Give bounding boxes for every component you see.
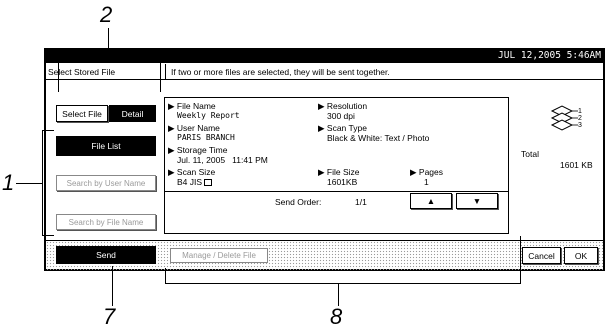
callout-1-bracket-left (42, 130, 43, 236)
scan-type-label: Scan Type (326, 123, 367, 133)
triangle-right-icon: ▶ (168, 167, 177, 177)
title-bar: Select Stored File If two or more files … (46, 64, 603, 80)
triangle-right-icon: ▶ (168, 101, 177, 111)
file-name-label-row: ▶ File Name (168, 101, 216, 111)
callout-8-bracket-left (165, 268, 166, 284)
scan-size-label-row: ▶ Scan Size (168, 167, 215, 177)
resolution-label-row: ▶ Resolution (318, 101, 367, 111)
notice-text: If two or more files are selected, they … (171, 67, 390, 77)
send-order-divider (165, 191, 508, 192)
callout-7: 7 (103, 304, 116, 329)
move-up-button[interactable]: ▲ (410, 193, 452, 209)
callout-2-bracket-right (160, 56, 161, 92)
ok-button[interactable]: OK (564, 247, 598, 264)
callout-8-leader (338, 284, 339, 306)
stack-label-3: 3 (578, 122, 582, 129)
callout-7-leader (112, 266, 113, 306)
callout-1-bracket-top (42, 130, 54, 131)
callout-2-leader (108, 28, 109, 56)
search-by-file-name-button[interactable]: Search by File Name (56, 214, 156, 230)
storage-time-label-row: ▶ Storage Time (168, 145, 227, 155)
pages-value: 1 (424, 177, 429, 187)
file-name-value: Weekly Report (177, 111, 240, 120)
pages-label-row: ▶ Pages (410, 167, 443, 177)
scan-size-label: Scan Size (176, 167, 216, 177)
document-stack-icon: 1 2 3 (550, 104, 582, 134)
callout-8: 8 (330, 304, 343, 329)
move-down-button[interactable]: ▼ (456, 193, 498, 209)
file-list-button[interactable]: File List (56, 136, 156, 156)
file-size-value: 1601KB (327, 177, 358, 187)
portrait-paper-icon (204, 179, 213, 187)
datetime: JUL 12,2005 5:46AM (498, 50, 601, 61)
total-label: Total (521, 149, 539, 159)
manage-delete-file-button[interactable]: Manage / Delete File (170, 248, 268, 263)
callout-2-bracket-left (58, 56, 59, 92)
callout-8-bracket-right (520, 236, 521, 284)
storage-time-label: Storage Time (176, 145, 228, 155)
title-divider (165, 64, 166, 80)
resolution-label: Resolution (326, 101, 368, 111)
callout-1-bracket-bottom (42, 235, 54, 236)
scan-type-value: Black & White: Text / Photo (327, 133, 430, 143)
scan-type-label-row: ▶ Scan Type (318, 123, 367, 133)
scan-size-row: B4 JIS (177, 177, 213, 187)
scan-size-value: B4 JIS (177, 177, 203, 187)
user-name-label: User Name (176, 123, 220, 133)
send-order-label: Send Order: (275, 197, 322, 207)
triangle-right-icon: ▶ (318, 123, 327, 133)
storage-time-value: Jul. 11, 2005 11:41 PM (177, 155, 268, 165)
send-order-value: 1/1 (355, 197, 367, 207)
triangle-right-icon: ▶ (168, 123, 177, 133)
callout-8-bracket-bottom (165, 283, 521, 284)
callout-2-bracket-top (58, 56, 161, 57)
triangle-right-icon: ▶ (168, 145, 177, 155)
triangle-right-icon: ▶ (318, 167, 327, 177)
user-name-value: PARIS BRANCH (177, 133, 235, 142)
arrow-down-icon: ▼ (472, 196, 482, 206)
select-file-button[interactable]: Select File (56, 105, 108, 122)
detail-button[interactable]: Detail (109, 105, 156, 122)
callout-1: 1 (2, 170, 15, 195)
triangle-right-icon: ▶ (410, 167, 419, 177)
total-value: 1601 KB (560, 160, 593, 170)
callout-2: 2 (100, 2, 113, 27)
send-button[interactable]: Send (56, 246, 156, 264)
pages-label: Pages (418, 167, 444, 177)
callout-1-leader (16, 183, 42, 184)
file-size-label: File Size (326, 167, 360, 177)
triangle-right-icon: ▶ (318, 101, 327, 111)
arrow-up-icon: ▲ (426, 196, 436, 206)
file-name-label: File Name (176, 101, 216, 111)
detail-panel: ▶ File Name Weekly Report ▶ User Name PA… (164, 97, 509, 234)
search-by-user-name-button[interactable]: Search by User Name (56, 175, 156, 191)
cancel-button[interactable]: Cancel (522, 247, 561, 264)
file-size-label-row: ▶ File Size (318, 167, 360, 177)
user-name-label-row: ▶ User Name (168, 123, 220, 133)
resolution-value: 300 dpi (327, 111, 355, 121)
